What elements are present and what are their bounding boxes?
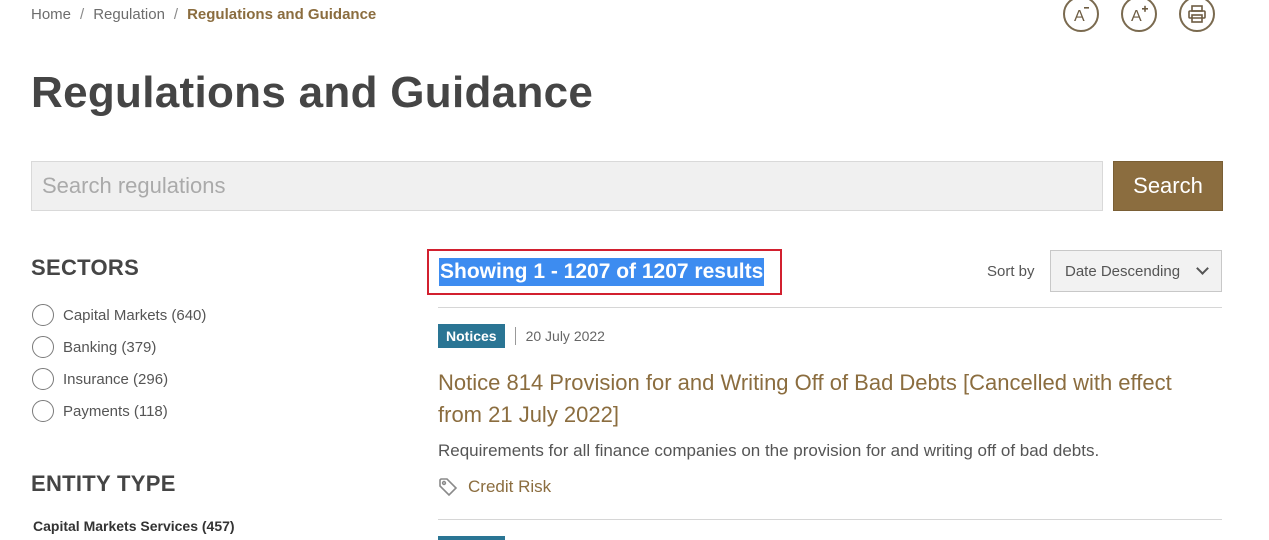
svg-text:A: A [1131,8,1142,24]
sector-filter-list: Capital Markets (640) Banking (379) Insu… [32,299,206,427]
result-meta: Notices 20 July 2022 [438,324,1222,348]
next-result-badge [438,536,505,540]
sector-label: Payments (118) [63,402,168,420]
results-summary: Showing 1 - 1207 of 1207 results [427,249,782,295]
decrease-font-button[interactable]: A [1063,0,1099,32]
sector-label: Capital Markets (640) [63,306,207,324]
result-tag[interactable]: Credit Risk [438,477,1222,497]
sector-filter-capital-markets[interactable]: Capital Markets (640) [32,299,206,331]
result-item: Notices 20 July 2022 Notice 814 Provisio… [438,324,1222,497]
svg-text:A: A [1074,8,1085,24]
result-description: Requirements for all finance companies o… [438,441,1100,460]
radio-button[interactable] [32,368,54,390]
print-icon [1188,5,1206,23]
increase-font-icon: A [1131,5,1148,24]
breadcrumb-regulation-link[interactable]: Regulation [93,6,165,23]
radio-button[interactable] [32,336,54,358]
breadcrumb-separator: / [173,6,179,23]
result-title-link[interactable]: Notice 814 Provision for and Writing Off… [438,367,1208,431]
radio-button[interactable] [32,304,54,326]
divider [438,307,1222,308]
result-type-badge[interactable]: Notices [438,324,505,348]
search-button[interactable]: Search [1113,161,1223,211]
decrease-font-icon: A [1074,7,1089,24]
increase-font-button[interactable]: A [1121,0,1157,32]
entity-filter-capital-markets-services[interactable]: Capital Markets Services (457) [33,518,235,534]
sort-label: Sort by [987,263,1035,280]
sector-filter-insurance[interactable]: Insurance (296) [32,363,206,395]
result-date: 20 July 2022 [525,328,605,344]
chevron-down-icon [1196,262,1209,275]
breadcrumb-separator: / [80,6,85,23]
sector-label: Insurance (296) [63,370,169,388]
divider [438,519,1222,520]
breadcrumb-home-link[interactable]: Home [31,6,71,23]
sectors-heading: SECTORS [31,255,140,280]
page-title: Regulations and Guidance [31,68,594,117]
sector-filter-banking[interactable]: Banking (379) [32,331,206,363]
radio-button[interactable] [32,400,54,422]
meta-separator [514,327,516,345]
page-tools: A A [1063,0,1215,32]
sector-filter-payments[interactable]: Payments (118) [32,395,206,427]
sort-select[interactable]: Date Descending [1050,250,1222,292]
sort-select-value: Date Descending [1065,262,1181,280]
print-button[interactable] [1179,0,1215,32]
search-input[interactable] [31,161,1103,211]
entity-type-heading: ENTITY TYPE [31,471,176,496]
tag-label: Credit Risk [468,477,552,496]
results-summary-text: Showing 1 - 1207 of 1207 results [439,258,765,286]
breadcrumb: Home / Regulation / Regulations and Guid… [31,6,376,23]
breadcrumb-current: Regulations and Guidance [187,6,377,23]
sector-label: Banking (379) [63,338,157,356]
tag-icon [438,477,458,497]
